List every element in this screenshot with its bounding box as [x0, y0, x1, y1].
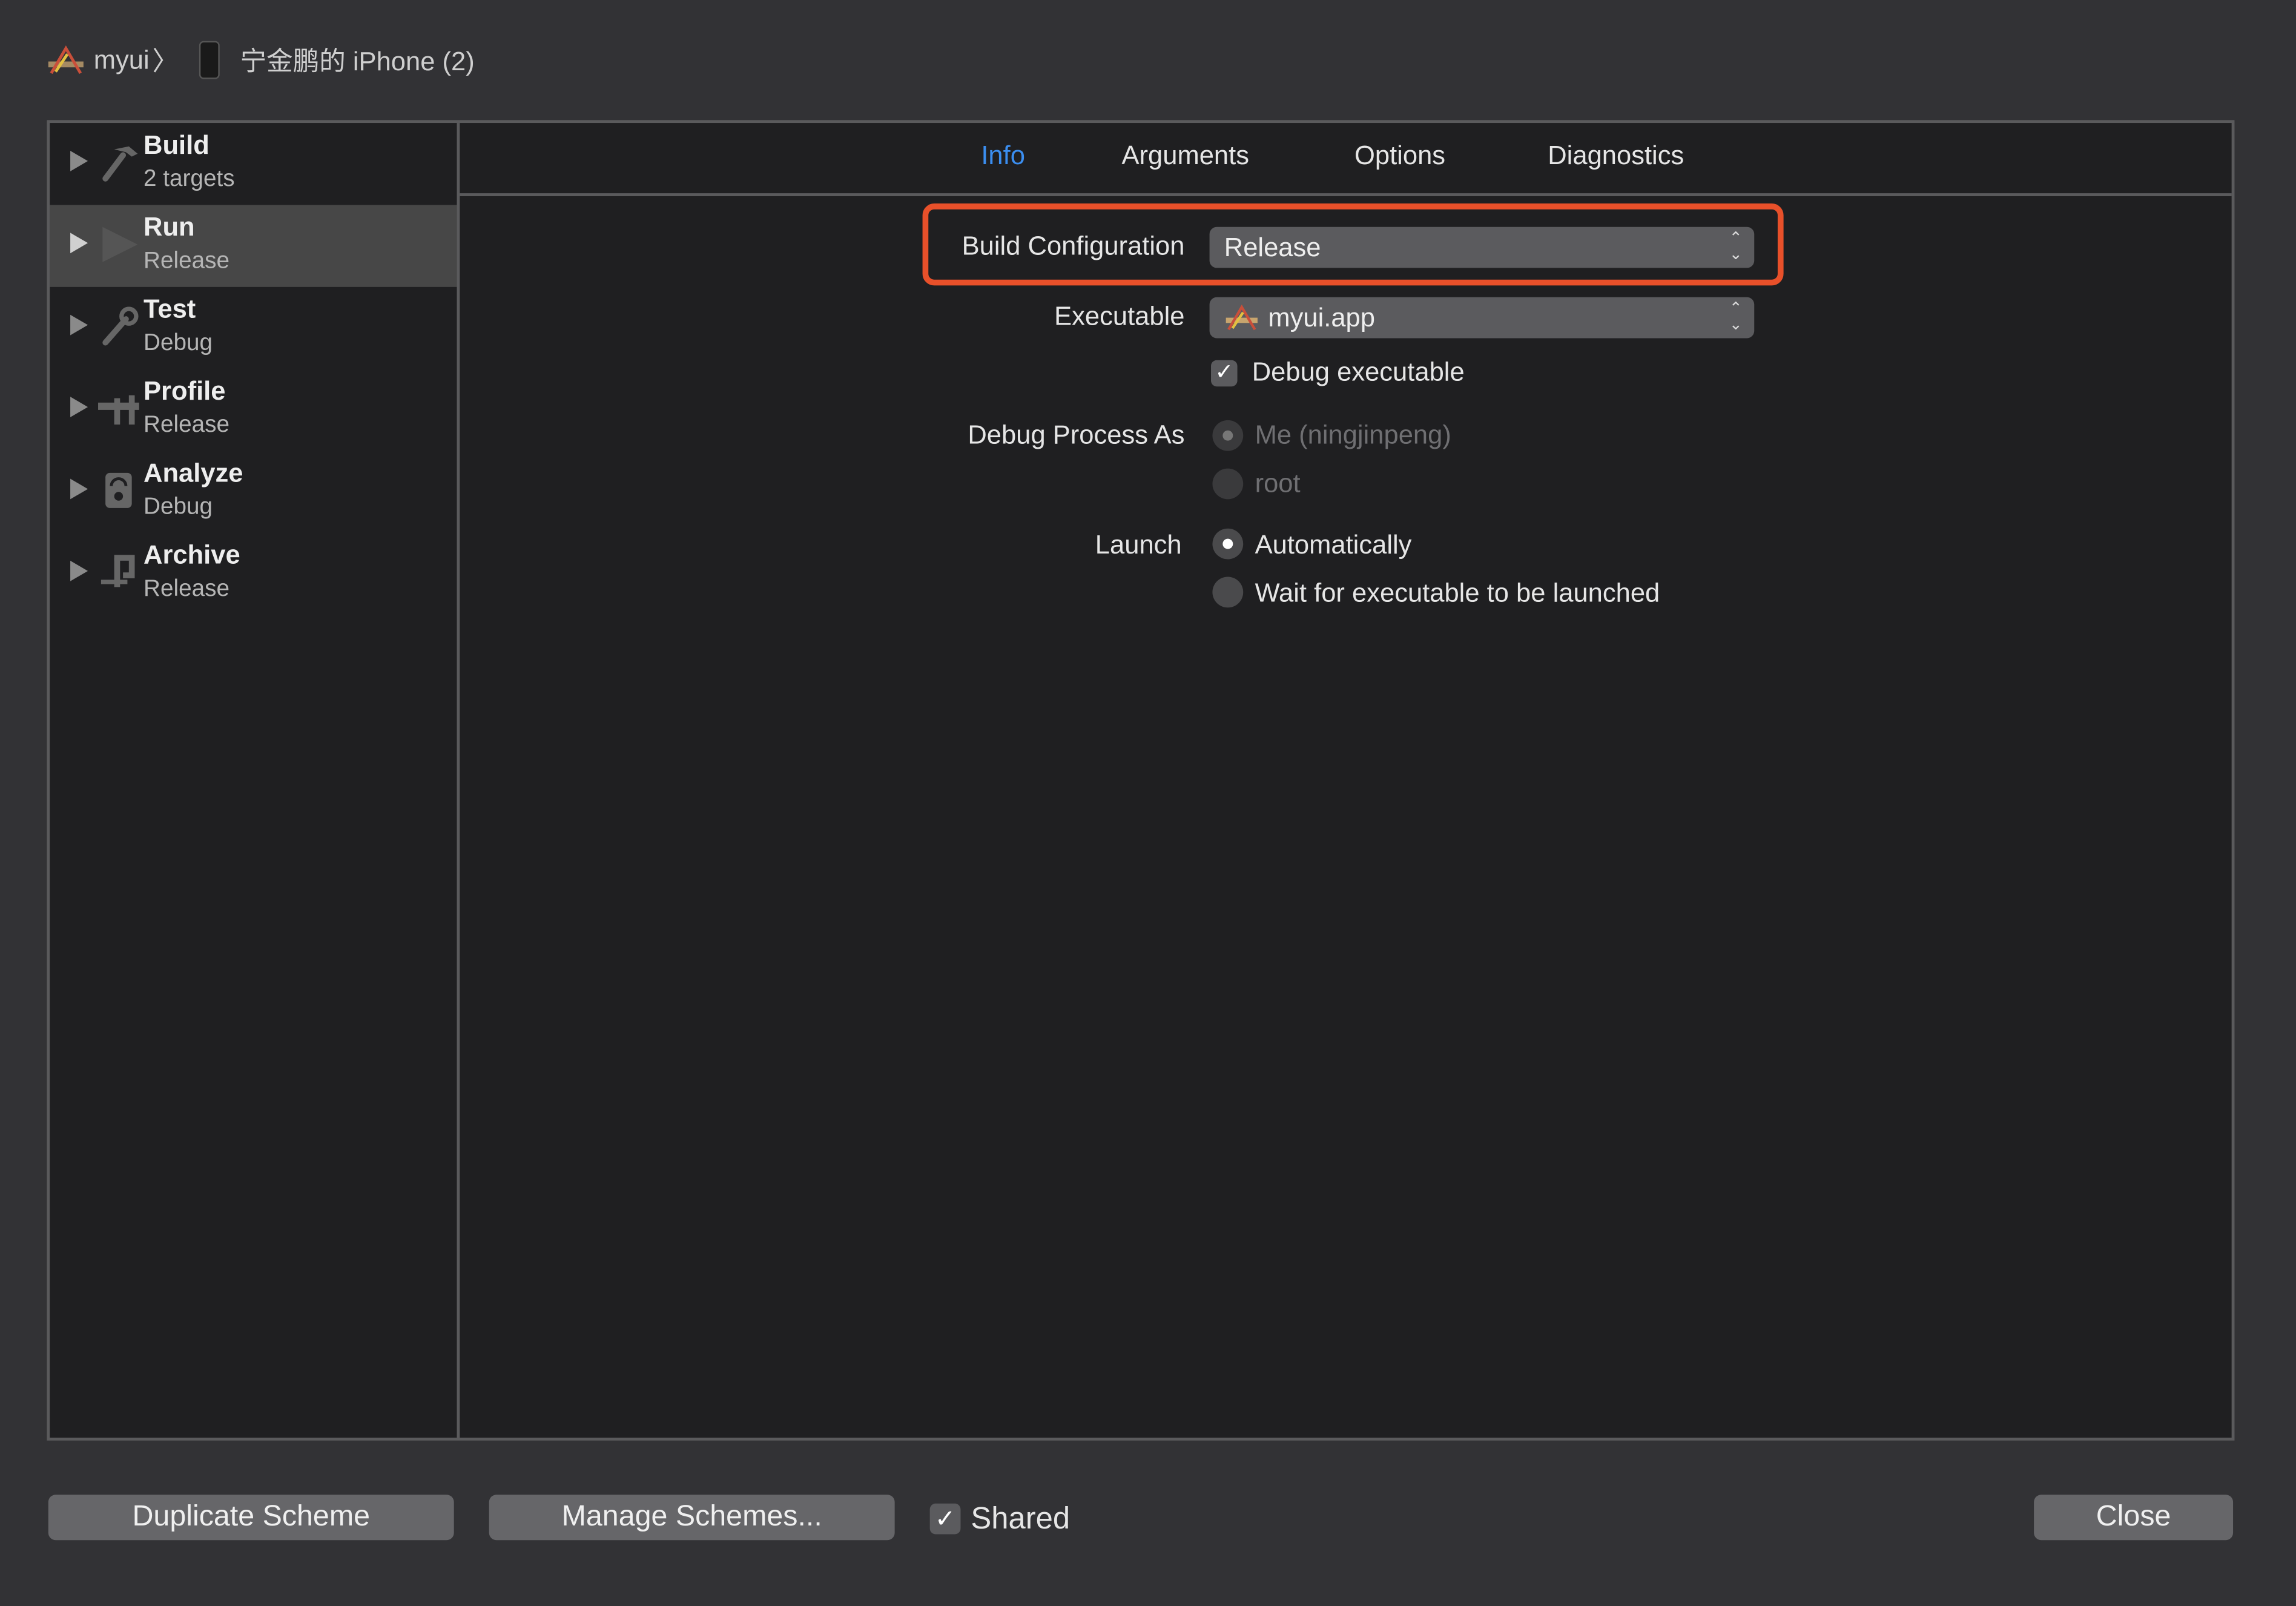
radio-root[interactable]: [1212, 468, 1244, 500]
chevron-right-icon: 〉: [152, 47, 179, 76]
launch-label: Launch: [1095, 530, 1182, 560]
disclosure-triangle-icon[interactable]: [70, 314, 88, 335]
sidebar-item-title: Build: [144, 130, 209, 160]
iphone-icon: [199, 41, 220, 79]
build-configuration-value: Release: [1224, 233, 1321, 262]
radio-me[interactable]: [1212, 420, 1244, 451]
debug-process-as-label: Debug Process As: [968, 420, 1185, 450]
duplicate-scheme-button[interactable]: Duplicate Scheme: [48, 1495, 454, 1541]
radio-wait-label: Wait for executable to be launched: [1255, 578, 1660, 608]
breadcrumb-device[interactable]: 宁金鹏的 iPhone (2): [240, 41, 475, 79]
up-down-chevron-icon: ⌃ ⌄: [1729, 300, 1743, 334]
close-button[interactable]: Close: [2034, 1495, 2234, 1541]
tab-options[interactable]: Options: [1354, 140, 1445, 171]
xcode-app-icon: [1226, 304, 1258, 331]
sidebar-item-archive[interactable]: Archive Release: [50, 533, 457, 615]
executable-select[interactable]: myui.app ⌃ ⌄: [1209, 297, 1755, 339]
sidebar-item-run[interactable]: Run Release: [50, 205, 457, 287]
breadcrumb-project[interactable]: myui: [94, 45, 150, 76]
radio-root-label: root: [1255, 468, 1301, 498]
manage-schemes-button[interactable]: Manage Schemes...: [489, 1495, 895, 1541]
shared-label: Shared: [971, 1502, 1070, 1536]
sidebar-item-title: Run: [144, 212, 195, 242]
executable-label: Executable: [1054, 302, 1185, 331]
radio-wait-for-executable[interactable]: [1212, 577, 1244, 608]
gauge-icon: [105, 472, 132, 508]
debug-executable-checkbox[interactable]: ✓: [1211, 360, 1238, 387]
debug-executable-label: Debug executable: [1252, 357, 1465, 387]
sidebar-item-title: Test: [144, 294, 196, 324]
sidebar-item-subtitle: Debug: [144, 331, 213, 356]
tab-arguments[interactable]: Arguments: [1121, 140, 1249, 171]
tab-diagnostics[interactable]: Diagnostics: [1548, 140, 1684, 171]
disclosure-triangle-icon[interactable]: [70, 560, 88, 581]
sidebar-item-test[interactable]: Test Debug: [50, 287, 457, 369]
build-configuration-label: Build Configuration: [962, 231, 1185, 261]
tab-bar: Info Arguments Options Diagnostics: [460, 123, 2232, 196]
sidebar-item-build[interactable]: Build 2 targets: [50, 123, 457, 205]
scheme-editor-window: myui 〉 宁金鹏的 iPhone (2) Build 2 targets R…: [0, 0, 2296, 1606]
tab-info[interactable]: Info: [981, 140, 1025, 171]
xcode-app-icon: [48, 45, 84, 74]
disclosure-triangle-icon[interactable]: [70, 151, 88, 171]
disclosure-triangle-icon[interactable]: [70, 478, 88, 500]
scheme-actions-sidebar: Build 2 targets Run Release Test Debug P…: [50, 123, 460, 1438]
caliper-icon: [98, 395, 139, 425]
wrench-icon: [102, 306, 139, 346]
radio-automatically-label: Automatically: [1255, 530, 1412, 560]
build-configuration-select[interactable]: Release ⌃ ⌄: [1209, 226, 1755, 268]
sidebar-item-subtitle: Release: [144, 412, 229, 438]
sidebar-item-title: Archive: [144, 540, 240, 570]
sidebar-item-title: Analyze: [144, 458, 243, 488]
sidebar-item-profile[interactable]: Profile Release: [50, 369, 457, 451]
disclosure-triangle-icon[interactable]: [70, 233, 88, 254]
shared-checkbox[interactable]: ✓: [929, 1503, 961, 1535]
up-down-chevron-icon: ⌃ ⌄: [1729, 230, 1743, 264]
sidebar-item-title: Profile: [144, 376, 226, 406]
sidebar-item-subtitle: Release: [144, 577, 229, 602]
sidebar-item-subtitle: Release: [144, 248, 229, 274]
sidebar-item-subtitle: Debug: [144, 495, 213, 520]
play-icon: [102, 226, 138, 262]
radio-automatically[interactable]: [1212, 528, 1244, 560]
radio-me-label: Me (ningjinpeng): [1255, 420, 1451, 450]
hammer-icon: [102, 146, 138, 182]
breadcrumb: myui 〉 宁金鹏的 iPhone (2): [47, 41, 475, 79]
sidebar-item-analyze[interactable]: Analyze Debug: [50, 451, 457, 533]
clamp-icon: [101, 555, 135, 587]
disclosure-triangle-icon[interactable]: [70, 397, 88, 417]
sidebar-item-subtitle: 2 targets: [144, 167, 235, 192]
executable-value: myui.app: [1268, 303, 1375, 332]
